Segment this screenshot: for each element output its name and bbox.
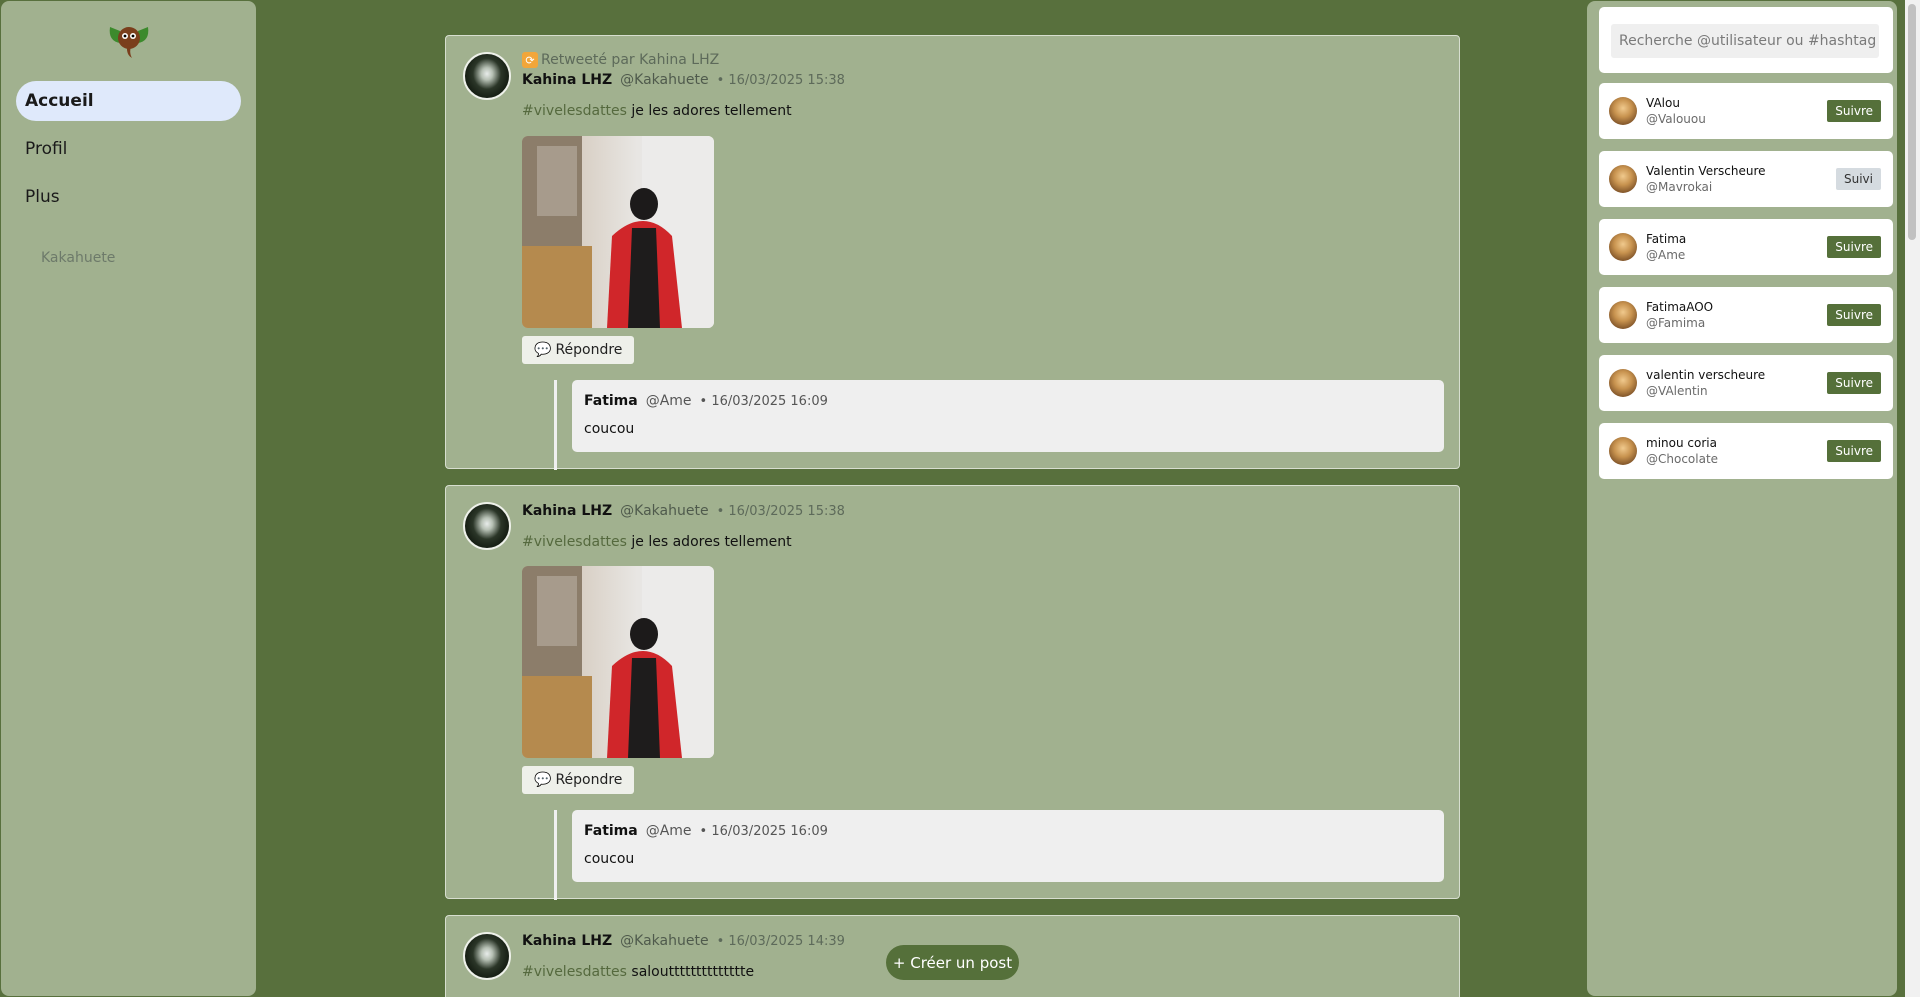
post-card: ⟳ Retweeté par Kahina LHZ Kahina LHZ @Ka…: [445, 35, 1460, 470]
comment-icon: 💬: [534, 342, 552, 358]
follow-button[interactable]: Suivre: [1827, 236, 1881, 258]
post-text: #vivelesdattes je les adores tellement: [522, 534, 792, 550]
hashtag-link[interactable]: #vivelesdattes: [522, 534, 627, 550]
follow-button[interactable]: Suivre: [1827, 304, 1881, 326]
current-username[interactable]: Kakahuete: [41, 250, 115, 266]
reply-author-name[interactable]: Fatima: [584, 393, 638, 409]
author-name[interactable]: Kahina LHZ: [522, 933, 612, 949]
post-meta: Kahina LHZ @Kakahuete • 16/03/2025 14:39: [522, 933, 845, 949]
reply-author-handle[interactable]: @Ame: [646, 393, 692, 409]
suggestion-card[interactable]: Fatima @Ame Suivre: [1599, 219, 1893, 275]
post-body: je les adores tellement: [631, 534, 792, 550]
reply-item: Fatima @Ame • 16/03/2025 16:09 coucou: [572, 380, 1444, 452]
right-panel: VAlou @Valouou Suivre Valentin Verscheur…: [1587, 1, 1897, 996]
create-post-button[interactable]: + Créer un post: [886, 945, 1019, 980]
suggestion-name[interactable]: minou coria: [1646, 436, 1717, 450]
suggestion-handle: @Famima: [1646, 316, 1706, 330]
reply-thread-line: [554, 810, 557, 900]
elephant-logo-icon[interactable]: [106, 21, 152, 63]
avatar[interactable]: [1609, 97, 1637, 125]
reply-item: Fatima @Ame • 16/03/2025 16:09 coucou: [572, 810, 1444, 882]
author-handle[interactable]: @Kakahuete: [620, 72, 708, 88]
nav-accueil[interactable]: Accueil: [16, 81, 241, 121]
post-date: • 16/03/2025 15:38: [716, 73, 845, 88]
avatar[interactable]: [1609, 301, 1637, 329]
post-date: • 16/03/2025 14:39: [716, 934, 845, 949]
follow-button[interactable]: Suivre: [1827, 100, 1881, 122]
suggestion-name[interactable]: VAlou: [1646, 96, 1680, 110]
suggestion-handle: @Ame: [1646, 248, 1686, 262]
search-input[interactable]: [1611, 24, 1879, 58]
author-name[interactable]: Kahina LHZ: [522, 72, 612, 88]
post-text: #vivelesdattes saloutttttttttttttte: [522, 964, 754, 980]
hashtag-link[interactable]: #vivelesdattes: [522, 103, 627, 119]
comment-icon: 💬: [534, 772, 552, 788]
suggestion-card[interactable]: FatimaAOO @Famima Suivre: [1599, 287, 1893, 343]
reply-button[interactable]: 💬 Répondre: [522, 766, 635, 794]
follow-button[interactable]: Suivre: [1827, 440, 1881, 462]
nav-profil[interactable]: Profil: [16, 129, 241, 169]
suggestion-card[interactable]: Valentin Verscheure @Mavrokai Suivi: [1599, 151, 1893, 207]
retweet-icon: ⟳: [522, 52, 538, 68]
avatar[interactable]: [1609, 233, 1637, 261]
post-text: #vivelesdattes je les adores tellement: [522, 103, 792, 119]
hashtag-link[interactable]: #vivelesdattes: [522, 964, 627, 980]
reply-date: • 16/03/2025 16:09: [699, 824, 828, 839]
nav-plus[interactable]: Plus: [16, 177, 241, 217]
reply-date: • 16/03/2025 16:09: [699, 394, 828, 409]
suggestion-name[interactable]: Valentin Verscheure: [1646, 164, 1766, 178]
author-handle[interactable]: @Kakahuete: [620, 933, 708, 949]
post-card: Kahina LHZ @Kakahuete • 16/03/2025 15:38…: [445, 485, 1460, 900]
suggestion-handle: @Valouou: [1646, 112, 1706, 126]
left-sidebar: Accueil Profil Plus Kakahuete: [1, 1, 256, 996]
avatar[interactable]: [463, 932, 511, 980]
post-image[interactable]: [522, 566, 714, 758]
follow-button[interactable]: Suivre: [1827, 372, 1881, 394]
post-body: je les adores tellement: [631, 103, 792, 119]
post-body: saloutttttttttttttte: [631, 964, 755, 980]
post-meta: Kahina LHZ @Kakahuete • 16/03/2025 15:38: [522, 503, 845, 519]
suggestion-name[interactable]: FatimaAOO: [1646, 300, 1713, 314]
reply-text: coucou: [584, 421, 635, 437]
reply-author-name[interactable]: Fatima: [584, 823, 638, 839]
reply-author-handle[interactable]: @Ame: [646, 823, 692, 839]
avatar[interactable]: [463, 52, 511, 100]
avatar[interactable]: [1609, 369, 1637, 397]
reply-button[interactable]: 💬 Répondre: [522, 336, 635, 364]
retweet-label: Retweeté par Kahina LHZ: [541, 52, 720, 68]
post-meta: Kahina LHZ @Kakahuete • 16/03/2025 15:38: [522, 72, 845, 88]
suggestion-handle: @VAlentin: [1646, 384, 1708, 398]
search-card: [1599, 7, 1893, 73]
suggestion-card[interactable]: minou coria @Chocolate Suivre: [1599, 423, 1893, 479]
suggestion-name[interactable]: Fatima: [1646, 232, 1686, 246]
post-image[interactable]: [522, 136, 714, 328]
avatar[interactable]: [1609, 165, 1637, 193]
reply-text: coucou: [584, 851, 635, 867]
post-date: • 16/03/2025 15:38: [716, 504, 845, 519]
author-handle[interactable]: @Kakahuete: [620, 503, 708, 519]
retweet-indicator: ⟳ Retweeté par Kahina LHZ: [522, 52, 719, 68]
suggestion-handle: @Mavrokai: [1646, 180, 1713, 194]
avatar[interactable]: [463, 502, 511, 550]
suggestion-name[interactable]: valentin verscheure: [1646, 368, 1765, 382]
reply-thread-line: [554, 380, 557, 470]
following-button[interactable]: Suivi: [1836, 168, 1881, 190]
author-name[interactable]: Kahina LHZ: [522, 503, 612, 519]
suggestion-card[interactable]: valentin verscheure @VAlentin Suivre: [1599, 355, 1893, 411]
suggestion-handle: @Chocolate: [1646, 452, 1719, 466]
suggestion-card[interactable]: VAlou @Valouou Suivre: [1599, 83, 1893, 139]
scrollbar-thumb[interactable]: [1908, 4, 1916, 240]
avatar[interactable]: [1609, 437, 1637, 465]
